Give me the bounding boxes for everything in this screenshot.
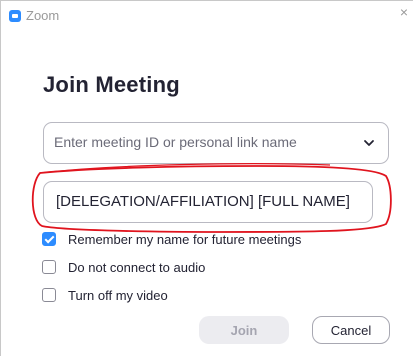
cancel-button[interactable]: Cancel	[312, 316, 390, 344]
join-button[interactable]: Join	[199, 316, 289, 344]
name-input[interactable]	[56, 193, 366, 210]
name-field[interactable]	[43, 181, 373, 223]
close-icon[interactable]: ×	[400, 5, 408, 19]
no-audio-option[interactable]: Do not connect to audio	[42, 258, 205, 276]
no-audio-checkbox[interactable]	[42, 260, 56, 274]
remember-name-label: Remember my name for future meetings	[68, 231, 302, 247]
meeting-id-input[interactable]	[54, 134, 334, 150]
video-off-checkbox[interactable]	[42, 288, 56, 302]
window-title: Zoom	[26, 8, 60, 23]
title-bar: Zoom ×	[0, 0, 414, 28]
chevron-down-icon[interactable]	[360, 134, 378, 152]
zoom-camera-icon	[9, 10, 21, 22]
remember-name-checkbox[interactable]	[42, 232, 56, 246]
video-off-label: Turn off my video	[68, 287, 168, 303]
meeting-id-combobox[interactable]	[43, 122, 389, 164]
no-audio-label: Do not connect to audio	[68, 259, 206, 275]
page-title: Join Meeting	[43, 72, 180, 97]
remember-name-option[interactable]: Remember my name for future meetings	[42, 230, 301, 248]
video-off-option[interactable]: Turn off my video	[42, 286, 168, 304]
